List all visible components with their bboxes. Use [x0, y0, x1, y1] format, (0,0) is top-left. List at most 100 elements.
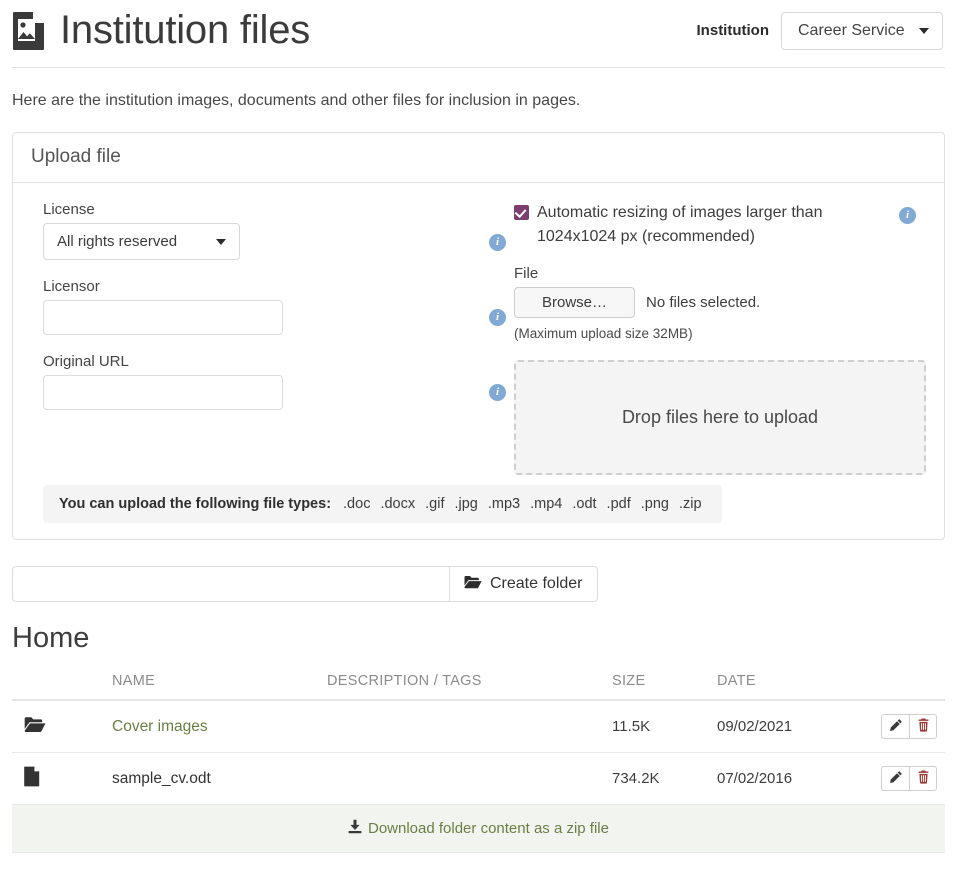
delete-button[interactable] — [909, 714, 937, 739]
license-field-row: License All rights reserved i — [43, 201, 506, 260]
create-folder-label: Create folder — [490, 575, 583, 593]
file-image-icon — [12, 11, 46, 51]
filetype-ext: .zip — [679, 496, 702, 512]
file-name-text: sample_cv.odt — [112, 770, 211, 787]
upload-panel-body: License All rights reserved i Licensor — [13, 183, 944, 539]
filetype-ext: .odt — [572, 496, 596, 512]
edit-button[interactable] — [881, 766, 909, 791]
row-size-cell: 11.5K — [604, 700, 709, 753]
original-url-info-icon[interactable]: i — [489, 384, 506, 401]
row-actions-cell — [854, 753, 945, 805]
filetype-ext: .gif — [425, 496, 444, 512]
download-zip-label: Download folder content as a zip file — [368, 820, 609, 837]
filetype-ext: .mp4 — [530, 496, 562, 512]
col-header-actions — [854, 667, 945, 700]
resize-checkbox-row: Automatic resizing of images larger than… — [514, 201, 926, 249]
create-folder-row: Create folder — [12, 566, 945, 602]
row-name-cell: Cover images — [104, 700, 319, 753]
licensor-input[interactable] — [43, 300, 283, 335]
folder-name-input[interactable] — [12, 566, 449, 602]
col-header-name: NAME — [104, 667, 319, 700]
dropzone-text: Drop files here to upload — [622, 407, 818, 428]
row-icon-cell — [12, 753, 104, 805]
auto-resize-checkbox[interactable] — [514, 205, 529, 220]
row-action-buttons — [881, 766, 937, 791]
download-zip-link[interactable]: Download folder content as a zip file — [348, 819, 609, 838]
file-label: File — [514, 265, 926, 282]
file-name-link[interactable]: Cover images — [112, 718, 208, 735]
row-description-cell — [319, 700, 604, 753]
filetype-ext: .mp3 — [488, 496, 520, 512]
license-info-icon[interactable]: i — [489, 234, 506, 251]
page-header: Institution files Institution Career Ser… — [12, 0, 945, 68]
auto-resize-label: Automatic resizing of images larger than… — [537, 201, 867, 249]
original-url-field-row: Original URL i — [43, 353, 506, 410]
intro-text: Here are the institution images, documen… — [12, 92, 945, 110]
license-label: License — [43, 201, 381, 218]
filetype-ext: .doc — [343, 496, 370, 512]
browse-button[interactable]: Browse… — [514, 287, 635, 318]
pencil-icon — [889, 718, 903, 735]
resize-info-icon[interactable]: i — [899, 207, 916, 224]
upload-form-left-column: License All rights reserved i Licensor — [31, 201, 506, 475]
original-url-label: Original URL — [43, 353, 381, 370]
file-icon — [24, 766, 40, 791]
col-header-description: DESCRIPTION / TAGS — [319, 667, 604, 700]
licensor-field-row: Licensor i — [43, 278, 506, 335]
license-select[interactable]: All rights reserved — [43, 223, 240, 260]
upload-file-panel: Upload file License All rights reserved … — [12, 132, 945, 540]
institution-label: Institution — [697, 22, 769, 39]
file-status-text: No files selected. — [646, 294, 760, 311]
licensor-label: Licensor — [43, 278, 381, 295]
file-dropzone[interactable]: Drop files here to upload — [514, 360, 926, 475]
filetype-ext: .png — [641, 496, 669, 512]
table-row: sample_cv.odt 734.2K 07/02/2016 — [12, 753, 945, 805]
allowed-filetypes-bar: You can upload the following file types:… — [43, 485, 722, 523]
original-url-field: Original URL — [43, 353, 381, 410]
table-row: Cover images 11.5K 09/02/2021 — [12, 700, 945, 753]
download-folder-footer: Download folder content as a zip file — [12, 805, 945, 853]
original-url-input[interactable] — [43, 375, 283, 410]
row-name-cell: sample_cv.odt — [104, 753, 319, 805]
folder-open-icon — [24, 716, 46, 737]
upload-form-right-column: i Automatic resizing of images larger th… — [506, 201, 926, 475]
institution-selector-group: Institution Career Service — [697, 12, 945, 50]
allowed-filetypes-label: You can upload the following file types: — [59, 496, 331, 512]
current-folder-title: Home — [12, 622, 945, 655]
folder-open-icon — [464, 575, 482, 594]
chevron-down-icon — [216, 239, 226, 245]
download-icon — [348, 819, 362, 838]
file-list-header-row: NAME DESCRIPTION / TAGS SIZE DATE — [12, 667, 945, 700]
col-header-date: DATE — [709, 667, 854, 700]
edit-button[interactable] — [881, 714, 909, 739]
row-action-buttons — [881, 714, 937, 739]
delete-button[interactable] — [909, 766, 937, 791]
upload-panel-heading: Upload file — [13, 133, 944, 183]
file-input-row: Browse… No files selected. — [514, 287, 926, 318]
row-size-cell: 734.2K — [604, 753, 709, 805]
chevron-down-icon — [919, 28, 929, 34]
filetype-ext: .jpg — [454, 496, 477, 512]
col-header-size: SIZE — [604, 667, 709, 700]
max-upload-size-note: (Maximum upload size 32MB) — [514, 326, 926, 341]
col-header-icon — [12, 667, 104, 700]
institution-select-value: Career Service — [798, 22, 905, 40]
institution-select[interactable]: Career Service — [781, 12, 943, 50]
row-date-cell: 09/02/2021 — [709, 700, 854, 753]
row-description-cell — [319, 753, 604, 805]
licensor-info-icon[interactable]: i — [489, 309, 506, 326]
create-folder-button[interactable]: Create folder — [449, 566, 598, 602]
license-field: License All rights reserved — [43, 201, 381, 260]
trash-icon — [917, 770, 930, 787]
license-select-value: All rights reserved — [57, 233, 177, 250]
trash-icon — [917, 718, 930, 735]
file-list-table: NAME DESCRIPTION / TAGS SIZE DATE — [12, 667, 945, 805]
licensor-field: Licensor — [43, 278, 381, 335]
pencil-icon — [889, 770, 903, 787]
title-group: Institution files — [12, 8, 310, 53]
filetype-ext: .pdf — [607, 496, 631, 512]
page-root: Institution files Institution Career Ser… — [0, 0, 957, 853]
row-actions-cell — [854, 700, 945, 753]
row-icon-cell — [12, 700, 104, 753]
upload-form-columns: License All rights reserved i Licensor — [31, 201, 926, 475]
